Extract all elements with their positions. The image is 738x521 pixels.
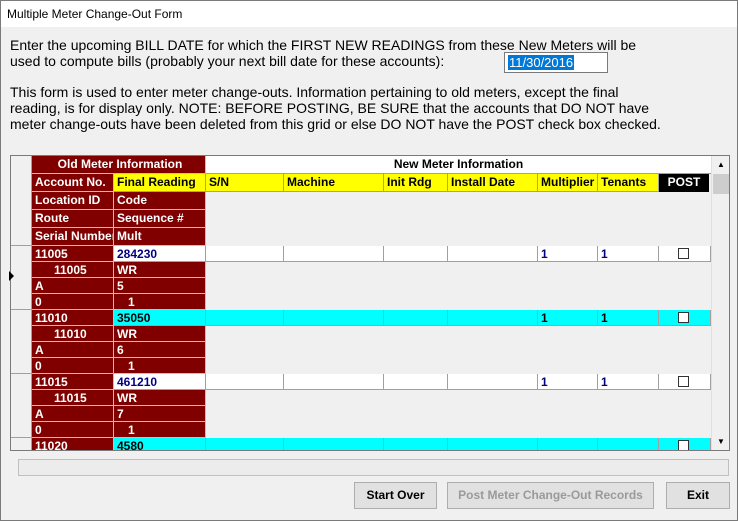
init-rdg-cell[interactable]: [384, 246, 448, 262]
code-cell: WR: [114, 262, 206, 278]
col-multiplier: Multiplier: [538, 174, 598, 192]
code-cell: WR: [114, 326, 206, 342]
final-reading-cell[interactable]: 4580: [114, 438, 206, 450]
start-over-button[interactable]: Start Over: [354, 482, 437, 509]
mult-cell: 1: [114, 294, 206, 310]
col-tenants: Tenants: [598, 174, 659, 192]
col-location-id: Location ID: [32, 192, 114, 210]
note-line-3: meter change-outs have been deleted from…: [10, 116, 661, 132]
tenants-cell[interactable]: [598, 438, 659, 450]
sequence-cell: 5: [114, 278, 206, 294]
record-selector[interactable]: [11, 438, 32, 450]
account-no-cell: 11005: [32, 246, 114, 262]
account-no-cell: 11015: [32, 374, 114, 390]
meter-change-out-window: Multiple Meter Change-Out Form Enter the…: [0, 0, 738, 521]
serial-number-cell: 0: [32, 294, 114, 310]
note-line-1: This form is used to enter meter change-…: [10, 84, 619, 100]
record-selector[interactable]: [11, 246, 32, 310]
multiplier-cell[interactable]: 1: [538, 246, 598, 262]
location-id-cell: 11015: [32, 390, 114, 406]
mult-cell: 1: [114, 422, 206, 438]
post-cell: [659, 374, 711, 390]
record-selector[interactable]: [11, 310, 32, 374]
scroll-up-icon[interactable]: ▲: [712, 156, 729, 173]
machine-cell[interactable]: [284, 310, 384, 326]
post-checkbox[interactable]: [678, 248, 689, 259]
account-no-cell: 11020: [32, 438, 114, 450]
install-date-cell[interactable]: [448, 310, 538, 326]
tenants-cell[interactable]: 1: [598, 310, 659, 326]
col-serial-number: Serial Number: [32, 228, 114, 246]
serial-number-cell: 0: [32, 358, 114, 374]
col-machine: Machine: [284, 174, 384, 192]
col-init-rdg: Init Rdg: [384, 174, 448, 192]
scroll-thumb[interactable]: [713, 174, 729, 194]
bill-date-input[interactable]: 11/30/2016: [504, 52, 608, 73]
final-reading-cell[interactable]: 284230: [114, 246, 206, 262]
sn-cell[interactable]: [206, 246, 284, 262]
init-rdg-cell[interactable]: [384, 438, 448, 450]
new-meter-header: New Meter Information: [206, 156, 711, 174]
code-cell: WR: [114, 390, 206, 406]
exit-button[interactable]: Exit: [666, 482, 730, 509]
col-sn: S/N: [206, 174, 284, 192]
multiplier-cell[interactable]: 1: [538, 310, 598, 326]
final-reading-cell[interactable]: 461210: [114, 374, 206, 390]
init-rdg-cell[interactable]: [384, 310, 448, 326]
machine-cell[interactable]: [284, 246, 384, 262]
col-install-date: Install Date: [448, 174, 538, 192]
machine-cell[interactable]: [284, 374, 384, 390]
machine-cell[interactable]: [284, 438, 384, 450]
grid-vertical-scrollbar[interactable]: ▲ ▼: [711, 156, 729, 450]
account-no-cell: 11010: [32, 310, 114, 326]
final-reading-cell[interactable]: 35050: [114, 310, 206, 326]
post-cell: [659, 438, 711, 450]
sn-cell[interactable]: [206, 310, 284, 326]
tenants-cell[interactable]: 1: [598, 374, 659, 390]
install-date-cell[interactable]: [448, 438, 538, 450]
sn-cell[interactable]: [206, 438, 284, 450]
route-cell: A: [32, 278, 114, 294]
post-cell: [659, 310, 711, 326]
old-meter-header: Old Meter Information: [32, 156, 206, 174]
col-sequence: Sequence #: [114, 210, 206, 228]
route-cell: A: [32, 342, 114, 358]
meter-grid[interactable]: Old Meter Information New Meter Informat…: [10, 155, 730, 451]
post-checkbox[interactable]: [678, 376, 689, 387]
current-record-pointer-icon: [9, 271, 14, 281]
record-selector[interactable]: [11, 374, 32, 438]
mult-cell: 1: [114, 358, 206, 374]
col-account-no: Account No.: [32, 174, 114, 192]
route-cell: A: [32, 406, 114, 422]
post-checkbox[interactable]: [678, 440, 689, 450]
sn-cell[interactable]: [206, 374, 284, 390]
location-id-cell: 11010: [32, 326, 114, 342]
multiplier-cell[interactable]: 1: [538, 374, 598, 390]
install-date-cell[interactable]: [448, 246, 538, 262]
tenants-cell[interactable]: 1: [598, 246, 659, 262]
scroll-down-icon[interactable]: ▼: [712, 433, 729, 450]
col-code: Code: [114, 192, 206, 210]
location-id-cell: 11005: [32, 262, 114, 278]
col-route: Route: [32, 210, 114, 228]
install-date-cell[interactable]: [448, 374, 538, 390]
bill-date-value: 11/30/2016: [508, 55, 575, 70]
multiplier-cell[interactable]: [538, 438, 598, 450]
sequence-cell: 7: [114, 406, 206, 422]
status-bar: [18, 459, 729, 476]
note-line-2: reading, is for display only. NOTE: BEFO…: [10, 100, 650, 116]
serial-number-cell: 0: [32, 422, 114, 438]
col-post: POST: [659, 174, 709, 192]
col-final-reading: Final Reading: [114, 174, 206, 192]
row-header-corner: [11, 156, 32, 246]
window-title: Multiple Meter Change-Out Form: [1, 1, 737, 27]
post-checkbox[interactable]: [678, 312, 689, 323]
post-records-button[interactable]: Post Meter Change-Out Records: [447, 482, 654, 509]
instruction-line-2: used to compute bills (probably your nex…: [10, 53, 445, 69]
sequence-cell: 6: [114, 342, 206, 358]
col-mult: Mult: [114, 228, 206, 246]
post-cell: [659, 246, 711, 262]
init-rdg-cell[interactable]: [384, 374, 448, 390]
